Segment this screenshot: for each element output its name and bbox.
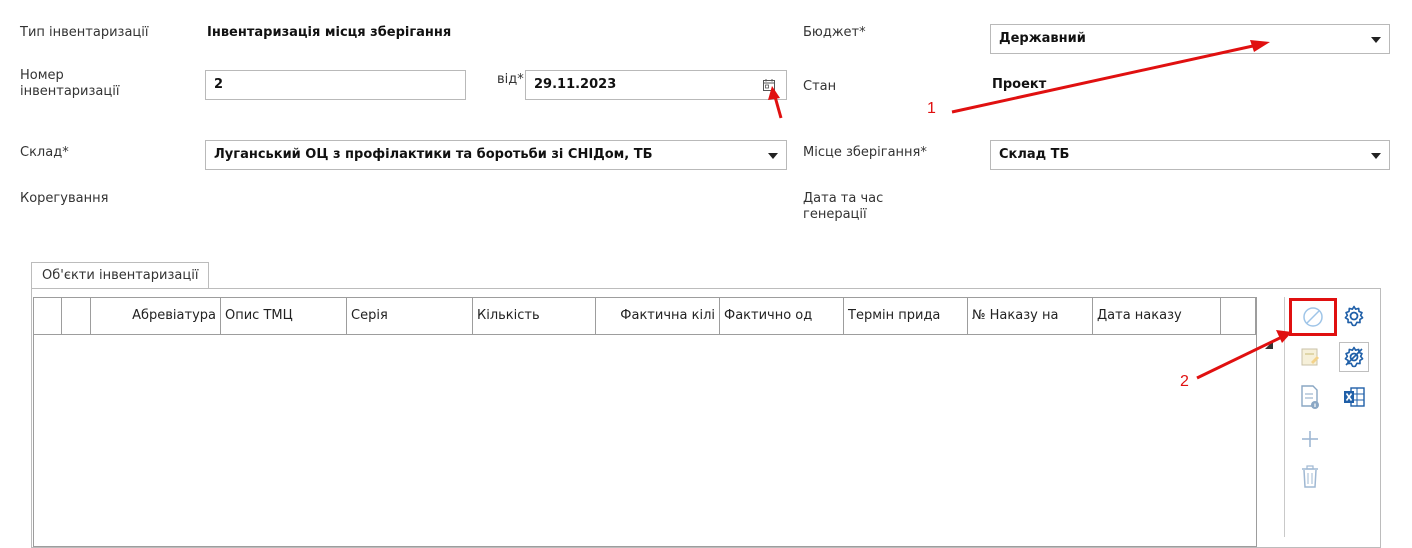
arrow-head-icon [1276, 330, 1292, 343]
arrow-head-icon [1250, 40, 1270, 52]
annotation-arrow-2 [1196, 333, 1287, 380]
annotation-label-2: 2 [1180, 373, 1189, 390]
annotation-label-1: 1 [927, 100, 936, 117]
arrow-head-icon [768, 86, 780, 100]
annotation-arrow-1 [951, 42, 1263, 114]
annotation-overlay [768, 40, 1292, 380]
